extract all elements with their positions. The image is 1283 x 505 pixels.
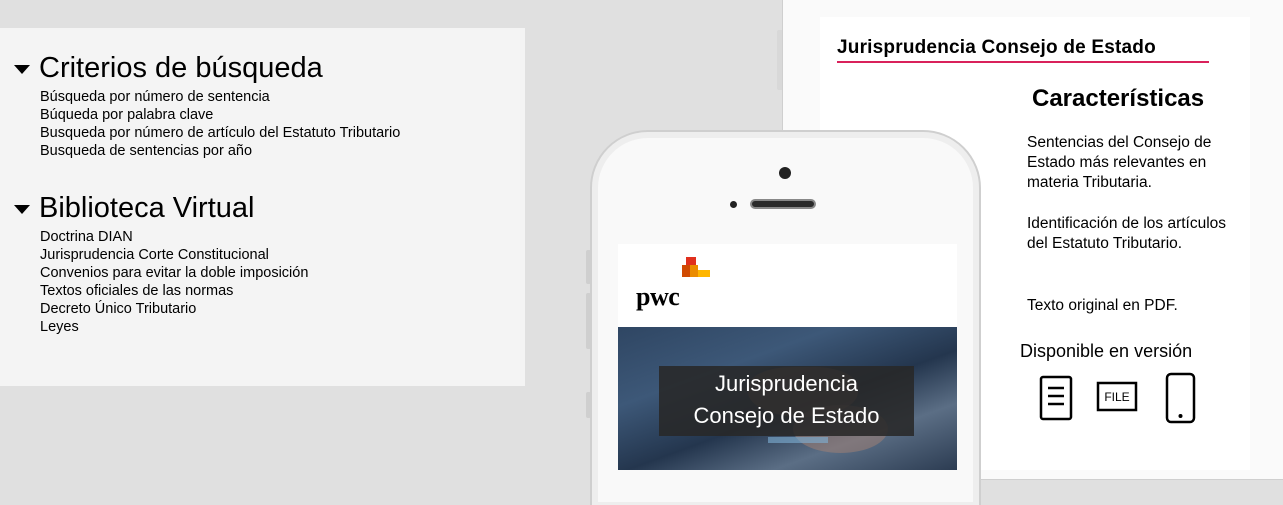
feature-text: Identificación de los artículos del Esta… bbox=[1027, 215, 1227, 252]
caret-down-icon bbox=[14, 64, 30, 74]
hero-image: Jurisprudencia Consejo de Estado bbox=[618, 327, 957, 470]
link-list: Doctrina DIAN Jurisprudencia Corte Const… bbox=[40, 228, 308, 336]
format-icons: FILE bbox=[1039, 372, 1196, 424]
link-list: Búsqueda por número de sentencia Búqueda… bbox=[40, 88, 400, 160]
link-busqueda-por-ano[interactable]: Busqueda de sentencias por año bbox=[40, 142, 400, 160]
section-biblioteca-toggle[interactable]: Biblioteca Virtual bbox=[14, 192, 308, 224]
camera-icon bbox=[779, 167, 791, 179]
link-decreto-unico[interactable]: Decreto Único Tributario bbox=[40, 300, 308, 318]
file-icon: FILE bbox=[1096, 381, 1138, 412]
caption-line: Consejo de Estado bbox=[693, 403, 880, 428]
phone-screen: pwc Jurisprudencia Consejo de Estado bbox=[618, 244, 957, 470]
link-busqueda-numero-articulo[interactable]: Busqueda por número de artículo del Esta… bbox=[40, 124, 400, 142]
menu-panel: Criterios de búsqueda Búsqueda por númer… bbox=[0, 28, 525, 386]
features-heading: Características bbox=[1032, 85, 1205, 112]
section-title: Biblioteca Virtual bbox=[39, 192, 255, 224]
section-criterios: Criterios de búsqueda Búsqueda por númer… bbox=[14, 52, 400, 160]
speaker-icon bbox=[750, 199, 816, 209]
pwc-logo-text: pwc bbox=[636, 282, 680, 311]
link-textos-oficiales[interactable]: Textos oficiales de las normas bbox=[40, 282, 308, 300]
link-doctrina-dian[interactable]: Doctrina DIAN bbox=[40, 228, 308, 246]
tablet-title: Jurisprudencia Consejo de Estado bbox=[837, 37, 1156, 58]
link-busqueda-palabra-clave[interactable]: Búqueda por palabra clave bbox=[40, 106, 400, 124]
link-convenios[interactable]: Convenios para evitar la doble imposició… bbox=[40, 264, 308, 282]
link-busqueda-numero-sentencia[interactable]: Búsqueda por número de sentencia bbox=[40, 88, 400, 106]
document-icon bbox=[1039, 375, 1073, 421]
section-title: Criterios de búsqueda bbox=[39, 52, 323, 84]
link-corte-constitucional[interactable]: Jurisprudencia Corte Constitucional bbox=[40, 246, 308, 264]
section-biblioteca: Biblioteca Virtual Doctrina DIAN Jurispr… bbox=[14, 192, 308, 336]
section-criterios-toggle[interactable]: Criterios de búsqueda bbox=[14, 52, 400, 84]
feature-text: Sentencias del Consejo de Estado más rel… bbox=[1027, 134, 1212, 191]
pwc-logo: pwc bbox=[636, 256, 716, 316]
caption-line: Jurisprudencia bbox=[714, 371, 859, 396]
file-icon-label: FILE bbox=[1104, 390, 1129, 404]
caret-down-icon bbox=[14, 204, 30, 214]
available-label: Disponible en versión bbox=[1020, 341, 1193, 361]
sensor-icon bbox=[730, 201, 737, 208]
feature-text: Texto original en PDF. bbox=[1027, 297, 1178, 314]
mobile-icon bbox=[1165, 372, 1196, 424]
hero-caption: Jurisprudencia Consejo de Estado bbox=[659, 366, 914, 436]
title-underline bbox=[837, 61, 1209, 63]
link-leyes[interactable]: Leyes bbox=[40, 318, 308, 336]
